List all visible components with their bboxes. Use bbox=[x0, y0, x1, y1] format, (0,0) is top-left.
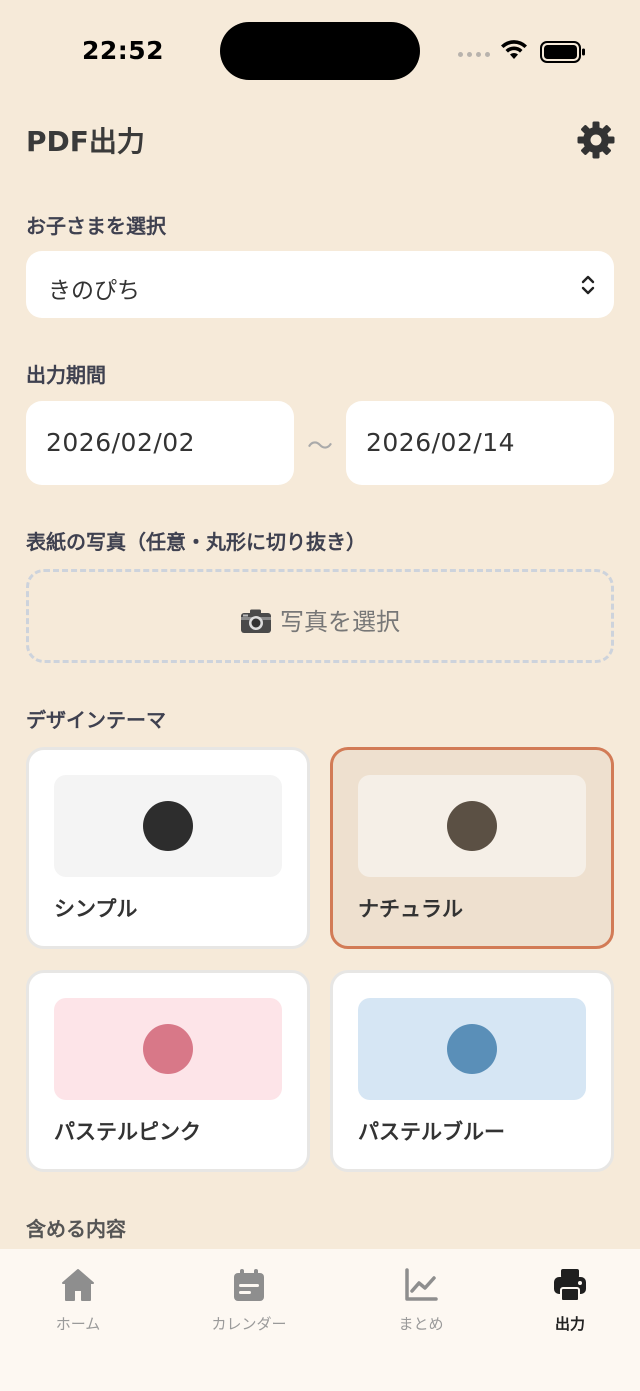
chart-icon bbox=[405, 1268, 438, 1301]
theme-card-pastel-pink[interactable]: パステルピンク bbox=[26, 970, 310, 1172]
theme-name: シンプル bbox=[54, 897, 138, 921]
camera-icon bbox=[241, 609, 271, 633]
screen: 22:52 PDF出力 お子さまを選択 きのぴち 出力期間 2026/02/02… bbox=[0, 0, 640, 1391]
child-select-label: お子さまを選択 bbox=[26, 214, 166, 238]
tab-export[interactable]: 出力 bbox=[510, 1267, 630, 1334]
wifi-icon bbox=[501, 40, 527, 59]
theme-swatch bbox=[358, 775, 586, 877]
period-label: 出力期間 bbox=[26, 363, 106, 387]
end-date-value: 2026/02/14 bbox=[366, 428, 516, 457]
theme-swatch bbox=[358, 998, 586, 1100]
end-date-field[interactable]: 2026/02/14 bbox=[346, 401, 614, 485]
child-select-value: きのぴち bbox=[48, 278, 140, 304]
theme-color-dot bbox=[143, 801, 193, 851]
theme-card-pastel-blue[interactable]: パステルブルー bbox=[330, 970, 614, 1172]
cover-photo-label: 表紙の写真（任意・丸形に切り抜き） bbox=[26, 530, 366, 554]
battery-icon bbox=[540, 41, 585, 63]
start-date-value: 2026/02/02 bbox=[46, 428, 196, 457]
theme-color-dot bbox=[143, 1024, 193, 1074]
tab-label: ホーム bbox=[55, 1315, 101, 1333]
tab-home[interactable]: ホーム bbox=[18, 1267, 138, 1334]
gear-icon[interactable] bbox=[576, 120, 616, 160]
theme-swatch bbox=[54, 775, 282, 877]
theme-swatch bbox=[54, 998, 282, 1100]
dynamic-island bbox=[220, 22, 420, 80]
theme-card-natural[interactable]: ナチュラル bbox=[330, 747, 614, 949]
theme-name: パステルブルー bbox=[358, 1120, 505, 1144]
chevron-updown-icon bbox=[581, 275, 595, 295]
calendar-icon bbox=[234, 1269, 264, 1301]
select-photo-button[interactable]: 写真を選択 bbox=[26, 569, 614, 663]
theme-color-dot bbox=[447, 801, 497, 851]
theme-card-simple[interactable]: シンプル bbox=[26, 747, 310, 949]
design-theme-label: デザインテーマ bbox=[26, 708, 166, 732]
theme-name: ナチュラル bbox=[358, 897, 463, 921]
theme-color-dot bbox=[447, 1024, 497, 1074]
home-icon bbox=[62, 1269, 94, 1301]
tab-bar: ホーム カレンダー まとめ 出力 bbox=[0, 1249, 640, 1391]
tab-label: まとめ bbox=[398, 1315, 444, 1333]
printer-icon bbox=[554, 1269, 586, 1302]
period-separator: 〜 bbox=[307, 432, 334, 462]
page-title: PDF出力 bbox=[26, 125, 145, 158]
select-photo-label: 写真を選択 bbox=[280, 608, 400, 636]
include-content-label: 含める内容 bbox=[26, 1217, 126, 1241]
tab-summary[interactable]: まとめ bbox=[361, 1267, 481, 1334]
tab-label: 出力 bbox=[554, 1315, 585, 1333]
start-date-field[interactable]: 2026/02/02 bbox=[26, 401, 294, 485]
tab-label: カレンダー bbox=[211, 1315, 287, 1333]
child-select[interactable]: きのぴち bbox=[26, 251, 614, 318]
signal-icon bbox=[458, 52, 490, 57]
status-time: 22:52 bbox=[82, 36, 165, 65]
tab-calendar[interactable]: カレンダー bbox=[189, 1267, 309, 1334]
theme-name: パステルピンク bbox=[54, 1120, 201, 1144]
